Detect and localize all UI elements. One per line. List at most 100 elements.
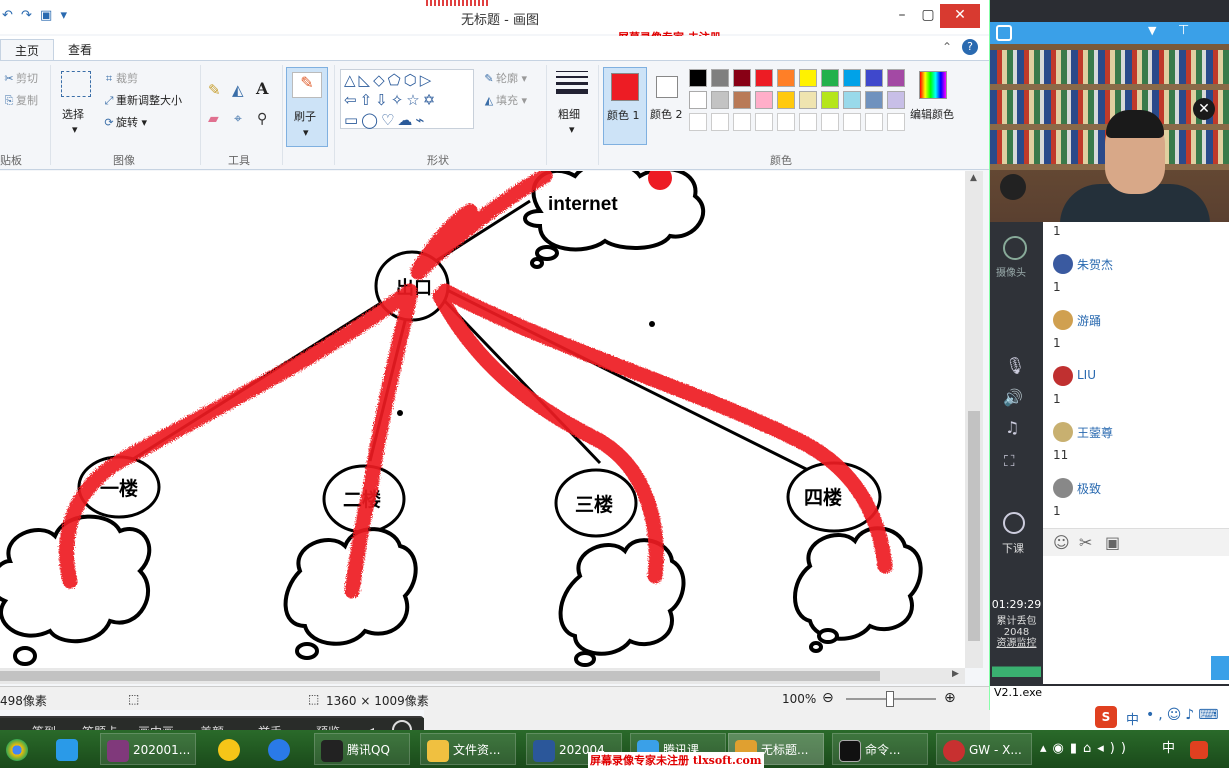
color-swatch[interactable]	[843, 113, 861, 131]
color-swatch[interactable]	[777, 69, 795, 87]
taskbar-item-xshell[interactable]: GW - X...	[936, 733, 1032, 765]
fill-bucket-icon[interactable]: ◭	[232, 81, 244, 99]
dropdown-icon[interactable]: ▼	[1148, 24, 1156, 37]
chrome-icon[interactable]	[0, 733, 30, 765]
stats-monitor-label[interactable]: 资源监控	[990, 638, 1043, 649]
speaker-icon[interactable]: 🔊	[1003, 388, 1023, 407]
microphone-icon[interactable]: 🎙	[1005, 356, 1025, 375]
color-swatch[interactable]	[843, 91, 861, 109]
color-swatch[interactable]	[887, 91, 905, 109]
select-icon[interactable]	[61, 71, 91, 97]
chat-username[interactable]: 游踊	[1077, 312, 1101, 329]
color-swatch[interactable]	[733, 113, 751, 131]
camera-icon[interactable]	[1003, 236, 1027, 260]
color-swatch[interactable]	[711, 91, 729, 109]
browser-icon[interactable]	[262, 733, 296, 765]
avatar[interactable]	[1053, 310, 1073, 330]
edit-colors-button[interactable]: 编辑颜色	[910, 106, 954, 122]
chat-username[interactable]: 王蓥尊	[1077, 424, 1113, 441]
color2-button[interactable]: 颜色 2	[650, 67, 690, 145]
music-app-icon[interactable]	[212, 733, 246, 765]
color-swatch[interactable]	[843, 69, 861, 87]
text-tool-icon[interactable]: A	[256, 79, 268, 98]
infinity-app-icon[interactable]	[50, 733, 86, 765]
color-swatch[interactable]	[777, 113, 795, 131]
brush-button[interactable]: ✎ 刷子 ▾	[286, 67, 328, 147]
end-class-icon[interactable]	[1003, 512, 1025, 534]
minimize-button[interactable]: –	[890, 4, 914, 28]
emoji-icon[interactable]: ☺	[1053, 533, 1070, 552]
color-picker-icon[interactable]: ⌖	[234, 111, 242, 127]
tray-lang[interactable]: 中	[1162, 733, 1178, 765]
color-swatch[interactable]	[689, 91, 707, 109]
resize-button[interactable]: ⤢ 重新调整大小	[102, 92, 182, 108]
color-swatch[interactable]	[799, 91, 817, 109]
color-swatch[interactable]	[711, 69, 729, 87]
tab-view[interactable]: 查看	[54, 39, 106, 60]
video-close-button[interactable]: ✕	[1193, 98, 1215, 120]
size-button[interactable]: 粗细	[558, 106, 580, 122]
color-swatch[interactable]	[777, 91, 795, 109]
chat-input[interactable]	[1043, 556, 1229, 684]
drawing-canvas[interactable]: internet 出口 一楼 二楼 三楼 四楼	[0, 171, 965, 668]
cut-button[interactable]: ✂ 剪切	[2, 70, 38, 86]
end-class-button[interactable]: 下课	[1002, 540, 1024, 556]
eraser-icon[interactable]: ▰	[208, 111, 219, 127]
ime-icons[interactable]: •,☺♪⌨	[1146, 707, 1222, 723]
pin-icon[interactable]: ⊤	[1178, 23, 1189, 38]
color-swatch[interactable]	[733, 69, 751, 87]
zoom-in-button[interactable]: ⊕	[944, 690, 956, 706]
color-swatch[interactable]	[799, 69, 817, 87]
fullscreen-icon[interactable]: ⛶	[1004, 452, 1015, 470]
color-swatch[interactable]	[887, 69, 905, 87]
shapes-gallery[interactable]: △◺◇⬠⬡▷ ⇦⇧⇩✧☆✡ ▭◯♡☁⌁	[340, 69, 474, 129]
tab-home[interactable]: 主页	[0, 39, 55, 61]
color1-button[interactable]: 颜色 1	[603, 67, 647, 145]
avatar[interactable]	[1053, 366, 1073, 386]
zoom-slider-knob[interactable]	[886, 691, 894, 707]
taskbar-item-onenote[interactable]: 202001...	[100, 733, 196, 765]
music-icon[interactable]: ♫	[1005, 418, 1019, 437]
taskbar-item-explorer[interactable]: 文件资...	[420, 733, 516, 765]
edit-colors-icon[interactable]	[919, 71, 947, 99]
horizontal-scroll-thumb[interactable]	[0, 671, 880, 681]
help-icon[interactable]: ?	[962, 39, 978, 55]
vertical-scrollbar[interactable]: ▲	[965, 171, 983, 668]
close-button[interactable]: ✕	[940, 4, 980, 28]
sogou-icon[interactable]: S	[1095, 706, 1117, 728]
collapse-ribbon-icon[interactable]: ⌃	[942, 40, 952, 54]
size-icon[interactable]	[556, 71, 588, 94]
pencil-icon[interactable]: ✎	[208, 81, 221, 99]
copy-button[interactable]: ⎘ 复制	[2, 92, 38, 108]
avatar[interactable]	[1053, 254, 1073, 274]
color-swatch[interactable]	[821, 113, 839, 131]
zoom-out-button[interactable]: ⊖	[822, 690, 834, 706]
color-swatch[interactable]	[865, 69, 883, 87]
color-swatch[interactable]	[821, 69, 839, 87]
maximize-button[interactable]: ▢	[916, 4, 940, 28]
magnifier-icon[interactable]: ⚲	[257, 111, 267, 127]
color-swatch[interactable]	[865, 113, 883, 131]
chat-username[interactable]: LIU	[1077, 368, 1096, 382]
color-swatch[interactable]	[887, 113, 905, 131]
outline-button[interactable]: ✎ 轮廓 ▾	[482, 70, 527, 86]
fill-button[interactable]: ◭ 填充 ▾	[482, 92, 527, 108]
taskbar-item-qq[interactable]: 腾讯QQ	[314, 733, 410, 765]
select-button[interactable]: 选择	[62, 106, 84, 122]
vertical-scroll-thumb[interactable]	[968, 411, 980, 641]
color-swatch[interactable]	[821, 91, 839, 109]
quick-access-toolbar[interactable]: ↶ ↷ ▣ ▾	[2, 8, 69, 23]
avatar[interactable]	[1053, 478, 1073, 498]
color-swatch[interactable]	[755, 113, 773, 131]
chat-username[interactable]: 极致	[1077, 480, 1101, 497]
rotate-button[interactable]: ⟳ 旋转 ▾	[102, 114, 147, 130]
color-swatch[interactable]	[689, 113, 707, 131]
ime-lang[interactable]: 中	[1126, 709, 1139, 728]
chat-username[interactable]: 朱贺杰	[1077, 256, 1113, 273]
color-swatch[interactable]	[799, 113, 817, 131]
send-button[interactable]	[1211, 656, 1229, 680]
size-dropdown-icon[interactable]: ▾	[569, 123, 575, 136]
select-dropdown-icon[interactable]: ▾	[72, 123, 78, 136]
color-swatch[interactable]	[711, 113, 729, 131]
image-icon[interactable]: ▣	[1105, 533, 1120, 552]
